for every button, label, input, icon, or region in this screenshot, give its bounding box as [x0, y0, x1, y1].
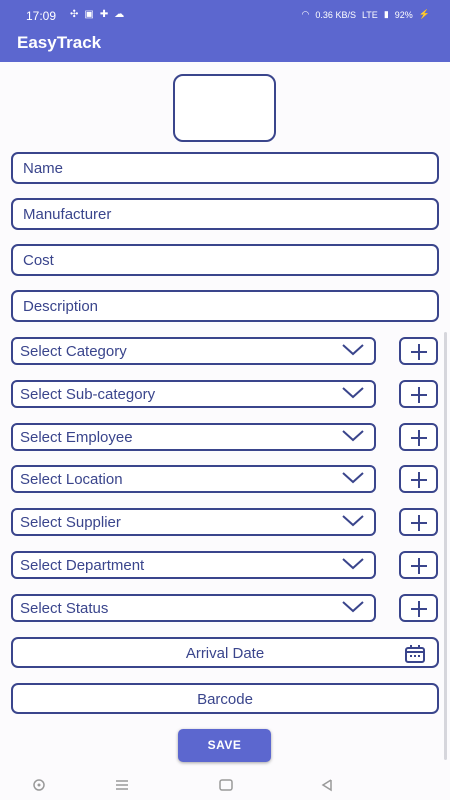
plus-icon	[411, 344, 427, 360]
cost-field[interactable]: Cost	[11, 244, 439, 276]
add-employee-button[interactable]	[399, 423, 438, 451]
plus-icon	[411, 515, 427, 531]
network-type: LTE	[361, 9, 378, 20]
status-select-label: Select Status	[20, 600, 109, 617]
menu-icon[interactable]	[114, 778, 130, 792]
cost-placeholder: Cost	[23, 252, 54, 269]
status-time: 17:09	[26, 9, 57, 23]
chevron-down-icon	[342, 344, 364, 356]
chevron-down-icon	[342, 515, 364, 527]
plus-icon	[411, 472, 427, 488]
chevron-down-icon	[342, 387, 364, 399]
add-location-button[interactable]	[399, 465, 438, 493]
battery-level: 92%	[394, 9, 413, 20]
name-placeholder: Name	[23, 160, 64, 177]
back-icon[interactable]	[319, 778, 335, 792]
status-select[interactable]: Select Status	[11, 594, 376, 622]
chevron-down-icon	[342, 558, 364, 570]
app-notification-icon: ▣	[84, 9, 94, 20]
save-button[interactable]: SAVE	[178, 729, 271, 762]
app-title: EasyTrack	[17, 33, 102, 52]
plus-icon	[411, 601, 427, 617]
chevron-down-icon	[342, 472, 364, 484]
add-supplier-button[interactable]	[399, 508, 438, 536]
supplier-select-label: Select Supplier	[20, 514, 121, 531]
app-bar: EasyTrack	[0, 30, 450, 62]
employee-select-label: Select Employee	[20, 429, 133, 446]
location-select[interactable]: Select Location	[11, 465, 376, 493]
add-category-button[interactable]	[399, 337, 438, 365]
chevron-down-icon	[342, 601, 364, 613]
sub-category-select-label: Select Sub-category	[20, 386, 156, 403]
manufacturer-field[interactable]: Manufacturer	[11, 198, 439, 230]
category-select-label: Select Category	[20, 343, 127, 360]
add-status-button[interactable]	[399, 594, 438, 622]
status-right-icons: ◠ 0.36 KB/S LTE ▮ 92% ⚡	[302, 9, 430, 20]
assistant-icon[interactable]	[31, 778, 47, 792]
add-sub-category-button[interactable]	[399, 380, 438, 408]
category-select[interactable]: Select Category	[11, 337, 376, 365]
charging-icon: ⚡	[418, 9, 430, 19]
cloud-icon: ☁	[114, 9, 125, 20]
item-image-picker[interactable]	[173, 74, 276, 142]
description-field[interactable]: Description	[11, 290, 439, 322]
system-nav-bar	[0, 770, 450, 800]
plus-icon	[411, 430, 427, 446]
sub-category-select[interactable]: Select Sub-category	[11, 380, 376, 408]
plus-icon	[411, 558, 427, 574]
arrival-date-field[interactable]: Arrival Date	[11, 637, 439, 668]
supplier-select[interactable]: Select Supplier	[11, 508, 376, 536]
chevron-down-icon	[342, 430, 364, 442]
barcode-field[interactable]: Barcode	[11, 683, 439, 714]
plus-icon	[411, 387, 427, 403]
home-icon[interactable]	[218, 778, 234, 792]
add-department-button[interactable]	[399, 551, 438, 579]
status-notification-icons: ✣ ▣ ✚ ☁	[70, 9, 124, 20]
barcode-label: Barcode	[197, 691, 253, 708]
sync-icon: ✚	[99, 9, 109, 20]
name-field[interactable]: Name	[11, 152, 439, 184]
notification-icon: ✣	[70, 9, 79, 20]
signal-icon: ▮	[383, 9, 389, 19]
employee-select[interactable]: Select Employee	[11, 423, 376, 451]
manufacturer-placeholder: Manufacturer	[23, 206, 112, 223]
location-select-label: Select Location	[20, 471, 123, 488]
headphones-icon: ◠	[301, 9, 310, 19]
department-select[interactable]: Select Department	[11, 551, 376, 579]
scrollbar[interactable]	[444, 332, 447, 760]
description-placeholder: Description	[23, 298, 99, 315]
department-select-label: Select Department	[20, 557, 145, 574]
network-speed: 0.36 KB/S	[315, 9, 356, 20]
calendar-icon[interactable]	[405, 645, 425, 663]
status-bar: 17:09 ✣ ▣ ✚ ☁ ◠ 0.36 KB/S LTE ▮ 92% ⚡	[0, 0, 450, 30]
arrival-date-label: Arrival Date	[185, 645, 265, 662]
